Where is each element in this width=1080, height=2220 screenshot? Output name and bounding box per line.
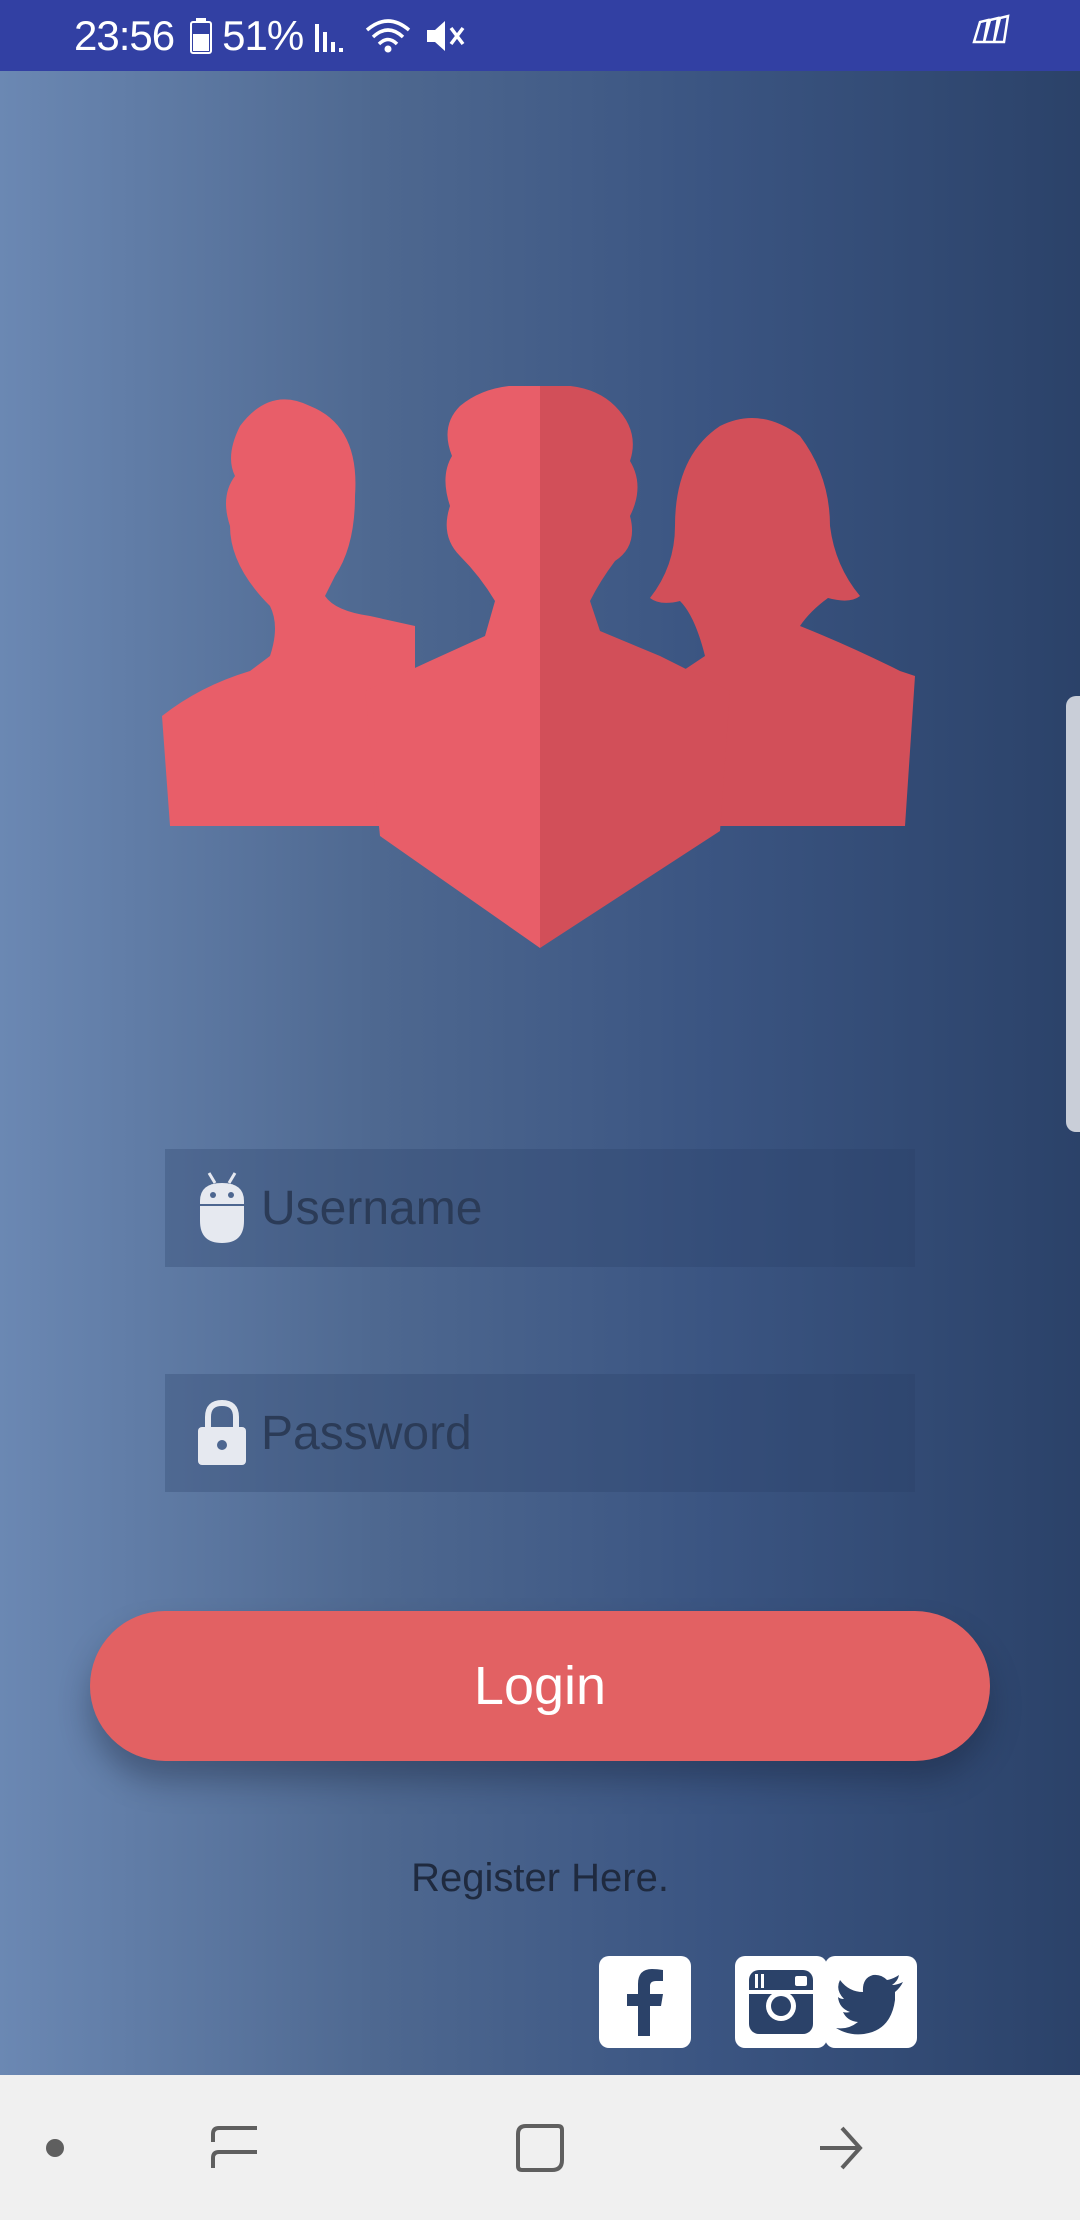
nav-dot-icon[interactable] [40,2075,70,2220]
facebook-icon [627,1969,663,2036]
app-notification-icon [970,12,1010,57]
instagram-icon [749,1970,813,2034]
mute-icon [423,16,467,56]
status-left: 23:56 51% [74,0,467,71]
lock-icon [187,1374,257,1492]
battery-percent: 51% [222,11,304,59]
register-link[interactable]: Register Here. [0,1856,1080,1901]
username-input[interactable] [261,1180,881,1236]
home-icon[interactable] [500,2075,580,2220]
twitter-icon [836,1974,903,2035]
android-icon [187,1149,257,1267]
password-input[interactable] [261,1405,881,1461]
status-time: 23:56 [74,11,175,59]
users-group-icon [162,386,915,948]
status-bar: 23:56 51% [0,0,1080,71]
navigation-bar [0,2075,1080,2220]
login-button[interactable]: Login [90,1611,990,1761]
facebook-button[interactable] [599,1956,691,2048]
wifi-icon [363,16,413,56]
twitter-button[interactable] [825,1956,917,2048]
password-field[interactable] [165,1374,915,1492]
login-screen: Login Register Here. [0,71,1080,2075]
instagram-button[interactable] [735,1956,827,2048]
signal-icon [313,18,353,54]
recents-icon[interactable] [195,2075,275,2220]
back-icon[interactable] [800,2075,880,2220]
battery-icon [190,17,213,54]
username-field[interactable] [165,1149,915,1267]
edge-panel-handle[interactable] [1066,696,1080,1132]
